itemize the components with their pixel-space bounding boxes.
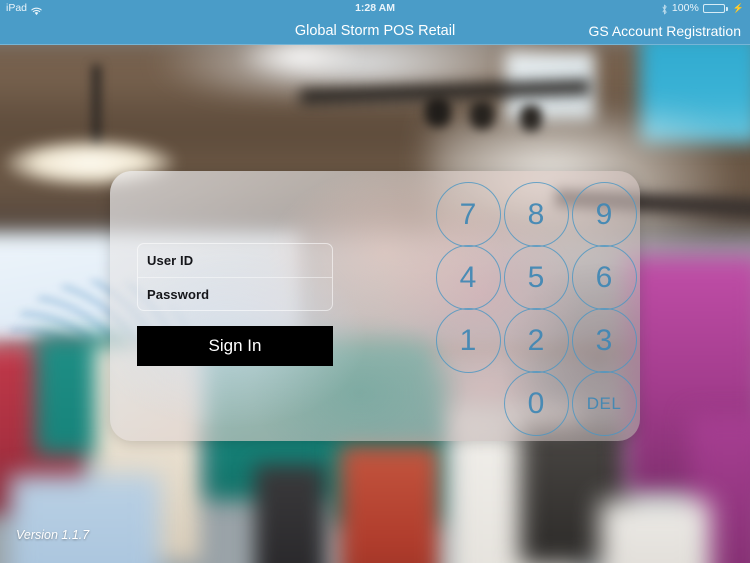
status-bar: iPad 1:28 AM 100% ⚡	[0, 0, 750, 17]
charging-bolt-icon: ⚡	[732, 3, 744, 13]
user-id-input[interactable]	[230, 244, 326, 277]
key-9[interactable]: 9	[571, 182, 637, 247]
sign-in-button[interactable]: Sign In	[137, 326, 333, 366]
login-form: User ID Password Sign In	[137, 243, 333, 366]
password-input[interactable]	[230, 278, 326, 310]
top-bar: iPad 1:28 AM 100% ⚡ Global Storm POS Ret…	[0, 0, 750, 45]
gs-account-registration-button[interactable]: GS Account Registration	[588, 17, 741, 45]
password-row: Password	[138, 277, 332, 310]
credential-fields: User ID Password	[137, 243, 333, 311]
status-bar-right: 100% ⚡	[661, 0, 744, 17]
battery-percent-label: 100%	[671, 2, 699, 14]
key-blank	[437, 372, 500, 435]
key-6[interactable]: 6	[571, 245, 637, 310]
user-id-row: User ID	[138, 244, 332, 277]
key-2[interactable]: 2	[503, 308, 569, 373]
battery-icon	[702, 4, 728, 13]
key-del[interactable]: DEL	[571, 371, 637, 436]
bluetooth-icon	[661, 4, 668, 15]
key-8[interactable]: 8	[503, 182, 569, 247]
key-4[interactable]: 4	[435, 245, 501, 310]
user-id-label: User ID	[147, 253, 194, 268]
status-bar-time: 1:28 AM	[355, 2, 395, 14]
numeric-keypad: 7 8 9 4 5 6 1 2 3 0 DEL	[434, 182, 638, 436]
key-0[interactable]: 0	[503, 371, 569, 436]
password-label: Password	[147, 286, 210, 302]
key-1[interactable]: 1	[435, 308, 501, 373]
app-screen: iPad 1:28 AM 100% ⚡ Global Storm POS Ret…	[0, 0, 750, 563]
key-5[interactable]: 5	[503, 245, 569, 310]
login-panel: User ID Password Sign In 7 8 9 4 5 6 1 2 3 0 DEL	[110, 171, 640, 441]
key-3[interactable]: 3	[571, 308, 637, 373]
nav-bar: Global Storm POS Retail GS Account Regis…	[0, 17, 750, 45]
key-7[interactable]: 7	[435, 182, 501, 247]
version-label: Version 1.1.7	[16, 528, 90, 542]
